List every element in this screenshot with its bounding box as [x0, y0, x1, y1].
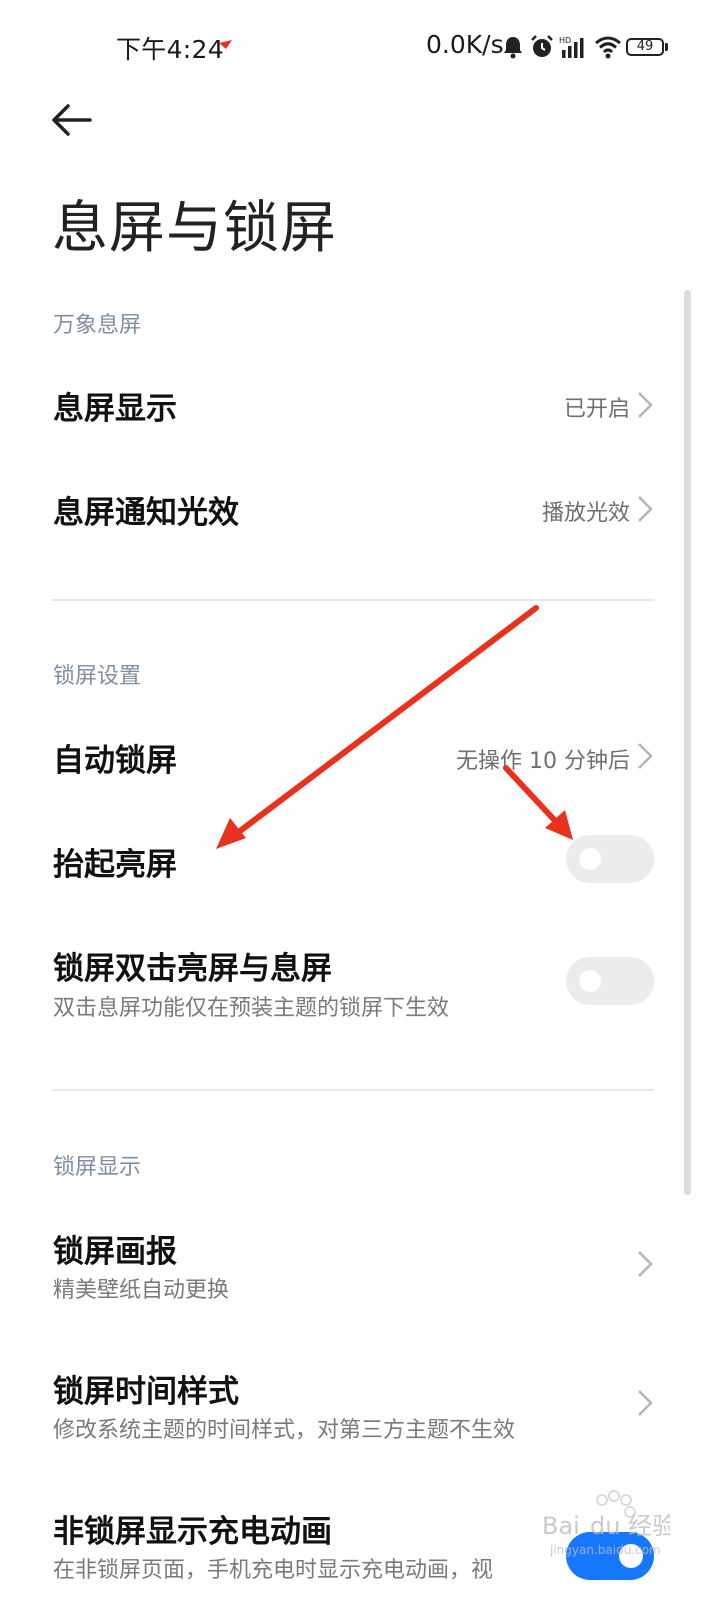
- svg-text:HD: HD: [559, 36, 571, 45]
- chevron-right-icon: [638, 1251, 653, 1277]
- double-tap-toggle[interactable]: [566, 957, 654, 1005]
- svg-text:jingyan.baidu.com: jingyan.baidu.com: [549, 1543, 661, 1557]
- section-label-lock-settings: 锁屏设置: [53, 664, 142, 689]
- annotation-arrow-long: [216, 605, 539, 849]
- back-arrow-icon[interactable]: [50, 100, 94, 140]
- alarm-clock-icon: [531, 35, 553, 57]
- location-dot-icon: [219, 40, 232, 49]
- setting-clock-style-title[interactable]: 锁屏时间样式: [53, 1366, 239, 1411]
- setting-auto-lock-title[interactable]: 自动锁屏: [53, 735, 177, 780]
- setting-lock-wallpaper-title[interactable]: 锁屏画报: [53, 1226, 177, 1271]
- hd-signal-icon: HD: [559, 36, 584, 58]
- setting-charging-animation-title: 非锁屏显示充电动画: [53, 1514, 332, 1550]
- toggle-knob: [579, 970, 601, 992]
- setting-clock-style-subtitle: 修改系统主题的时间样式，对第三方主题不生效: [53, 1418, 516, 1443]
- svg-text:du 经验: du 经验: [590, 1512, 670, 1540]
- section-label-lock-display: 锁屏显示: [53, 1155, 142, 1180]
- battery-icon: 49: [626, 38, 664, 56]
- chevron-right-icon: [638, 743, 653, 769]
- setting-lock-wallpaper-subtitle: 精美壁纸自动更换: [53, 1278, 230, 1303]
- toggle-knob: [579, 848, 601, 870]
- watermark-logo: Bai du 经验 jingyan.baidu.com: [542, 1490, 670, 1557]
- chevron-right-icon: [638, 496, 653, 522]
- setting-aod-display-value: 已开启: [563, 397, 630, 422]
- setting-notification-light-value: 播放光效: [541, 501, 630, 526]
- network-speed: 0.0K/s: [426, 30, 504, 59]
- wifi-icon: [595, 36, 621, 59]
- chevron-right-icon: [638, 392, 653, 418]
- section-label-aod: 万象息屏: [53, 313, 142, 338]
- scrollbar[interactable]: [684, 290, 691, 1195]
- setting-double-tap-subtitle: 双击息屏功能仅在预装主题的锁屏下生效: [53, 996, 450, 1021]
- setting-double-tap-title: 锁屏双击亮屏与息屏: [53, 951, 332, 987]
- setting-notification-light-title[interactable]: 息屏通知光效: [53, 487, 239, 532]
- raise-to-wake-toggle[interactable]: [566, 835, 654, 883]
- page-title: 息屏与锁屏: [52, 196, 337, 261]
- battery-nub: [665, 43, 668, 51]
- chevron-right-icon: [638, 1390, 653, 1416]
- annotation-arrow-short: [503, 765, 573, 840]
- setting-raise-to-wake-title: 抬起亮屏: [53, 847, 177, 883]
- setting-auto-lock-value: 无操作 10 分钟后: [456, 749, 630, 774]
- svg-text:Bai: Bai: [542, 1512, 580, 1540]
- setting-charging-animation-subtitle: 在非锁屏页面，手机充电时显示充电动画，视: [53, 1558, 494, 1583]
- status-time: 下午4:24: [116, 35, 224, 64]
- notification-bell-icon: [504, 37, 522, 59]
- section-divider: [52, 599, 654, 601]
- section-divider: [52, 1089, 654, 1091]
- setting-aod-display-title[interactable]: 息屏显示: [53, 383, 177, 428]
